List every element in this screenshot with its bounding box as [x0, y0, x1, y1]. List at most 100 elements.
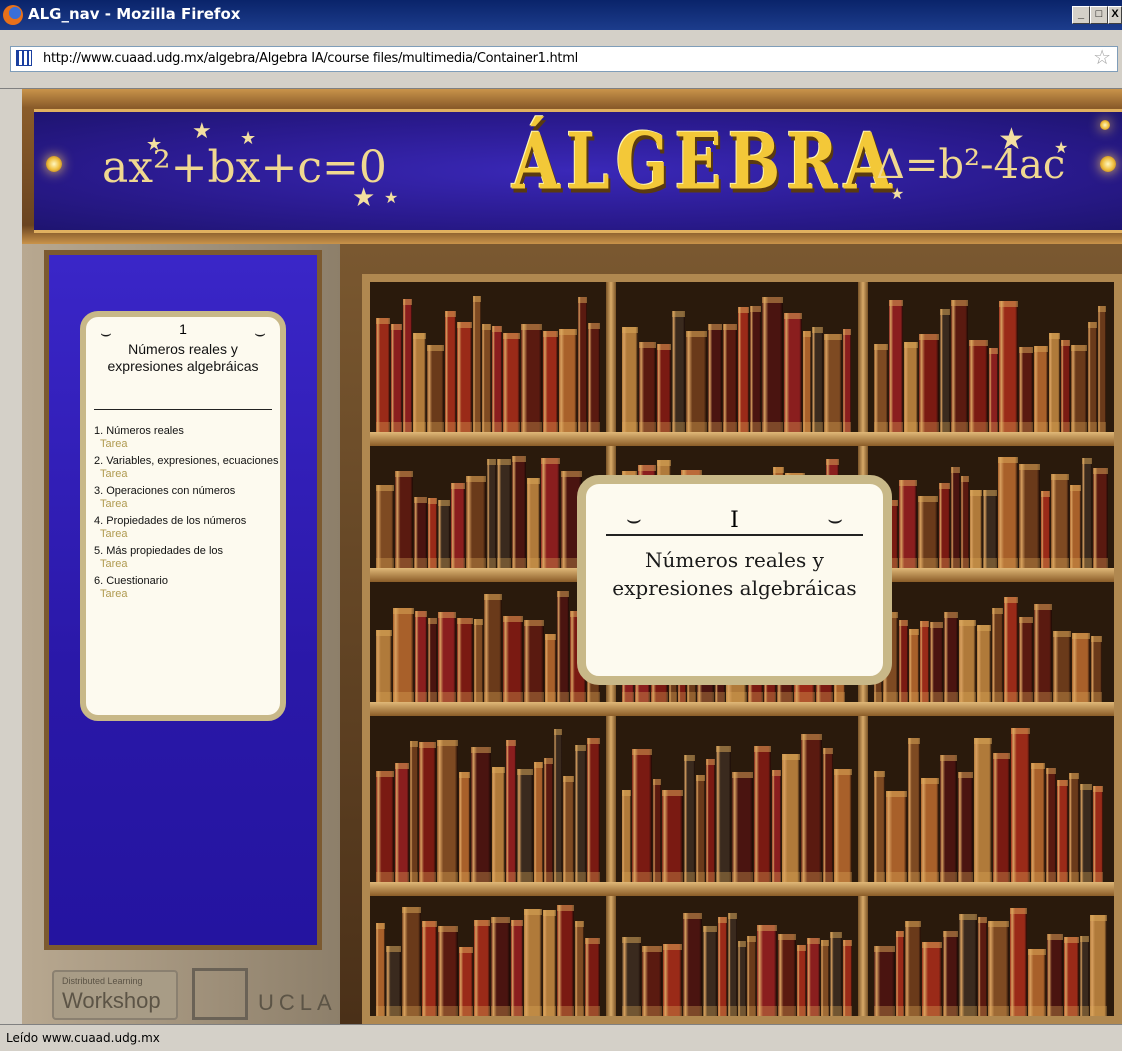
navigation-toolbar: http://www.cuaad.udg.mx/algebra/Algebra …: [0, 30, 1122, 89]
book-spine: [970, 490, 982, 568]
lesson-link[interactable]: 1. Números reales: [94, 425, 280, 437]
book-spine: [497, 458, 511, 568]
book-spine: [663, 943, 682, 1016]
book-spine: [812, 327, 823, 432]
book-spine: [940, 309, 950, 432]
book-spine: [451, 483, 465, 568]
lesson-link[interactable]: 4. Propiedades de los números: [94, 515, 280, 527]
tarea-link[interactable]: Tarea: [100, 528, 280, 540]
book-spine: [1011, 728, 1030, 882]
book-spine: [376, 770, 394, 882]
tarea-link[interactable]: Tarea: [100, 468, 280, 480]
close-button[interactable]: X: [1108, 6, 1122, 24]
lesson-list: 1. Números reales Tarea 2. Variables, ex…: [94, 425, 280, 605]
book-spine: [428, 618, 437, 702]
banner-panel: ★ ★ ★ ★ ★ ★ ★ ★ ax²+bx+c=0 ÁLGEBRA Δ=b²-…: [34, 109, 1122, 233]
book-spine: [491, 917, 510, 1016]
book-spine: [732, 771, 753, 882]
book-spine: [1019, 463, 1040, 568]
book-spine: [899, 619, 908, 702]
tarea-link[interactable]: Tarea: [100, 498, 280, 510]
book-spine: [653, 779, 661, 882]
status-text: Leído www.cuaad.udg.mx: [6, 1031, 160, 1045]
book-spine: [482, 324, 491, 432]
shelf-board: [370, 432, 1114, 446]
window-title: ALG_nav - Mozilla Firefox: [28, 5, 241, 23]
book-spine: [1061, 340, 1070, 432]
book-spine: [723, 324, 737, 432]
feature-title-line2: expresiones algebráicas: [612, 576, 857, 600]
lesson-link[interactable]: 2. Variables, expresiones, ecuaciones: [94, 455, 280, 467]
book-spine: [395, 471, 413, 568]
book-spine: [874, 946, 895, 1016]
book-spine: [999, 301, 1018, 432]
book-spine: [930, 621, 943, 702]
unit-number: 1: [179, 321, 187, 337]
book-spine: [823, 748, 833, 882]
book-spine: [622, 326, 638, 432]
book-spine: [575, 920, 584, 1016]
book-spine: [703, 925, 717, 1016]
book-spine: [524, 908, 542, 1016]
book-spine: [905, 920, 921, 1016]
discriminant-formula: Δ=b²-4ac: [876, 142, 1066, 188]
book-spine: [843, 328, 851, 432]
star-icon: ★: [192, 118, 212, 143]
book-spine: [944, 612, 958, 702]
tarea-link[interactable]: Tarea: [100, 438, 280, 450]
bookmark-star-icon[interactable]: ☆: [1093, 48, 1111, 68]
book-spine: [393, 608, 414, 702]
book-spine: [503, 333, 520, 432]
book-spine: [415, 610, 427, 702]
book-spine: [541, 458, 560, 568]
book-spine: [919, 334, 939, 432]
book-spine: [959, 913, 977, 1016]
book-spine: [438, 925, 458, 1016]
unit-feature-card[interactable]: ⌣ I ⌣ Números reales y expresiones algeb…: [577, 475, 892, 685]
book-spine: [754, 746, 771, 882]
tarea-link[interactable]: Tarea: [100, 558, 280, 570]
unit-title: Números reales y expresiones algebráicas: [86, 341, 280, 375]
book-spine: [1082, 458, 1092, 568]
url-bar[interactable]: http://www.cuaad.udg.mx/algebra/Algebra …: [10, 46, 1118, 72]
book-spine: [1034, 604, 1052, 702]
maximize-button[interactable]: □: [1090, 6, 1108, 24]
lesson-link[interactable]: 5. Más propiedades de los: [94, 545, 280, 557]
book-spine: [1093, 468, 1108, 568]
book-spine: [803, 331, 811, 432]
book-spine: [376, 485, 394, 568]
book-spine: [782, 753, 800, 882]
dlw-logo-subtitle: Distributed Learning: [62, 976, 143, 986]
book-spine: [686, 330, 707, 432]
book-spine: [559, 329, 577, 432]
book-spine: [951, 467, 960, 568]
url-text[interactable]: http://www.cuaad.udg.mx/algebra/Algebra …: [43, 51, 578, 66]
unit-menu-card: ⌣ 1 ⌣ Números reales y expresiones algeb…: [80, 311, 286, 721]
book-spine: [578, 296, 587, 432]
book-spine: [1080, 784, 1092, 882]
minimize-button[interactable]: _: [1072, 6, 1090, 24]
book-spine: [395, 762, 409, 882]
lesson-link[interactable]: 6. Cuestionario: [94, 575, 280, 587]
book-spine: [943, 931, 958, 1016]
tarea-link[interactable]: Tarea: [100, 588, 280, 600]
book-spine: [512, 456, 526, 568]
book-spine: [1051, 473, 1069, 568]
book-spine: [588, 322, 600, 432]
logo-area: Distributed Learning Workshop UCLA: [52, 954, 332, 1024]
book-spine: [918, 496, 938, 568]
shelf-board: [370, 882, 1114, 896]
book-spine: [738, 940, 746, 1016]
book-spine: [517, 768, 533, 882]
book-spine: [738, 307, 749, 432]
book-spine: [585, 937, 600, 1016]
book-spine: [544, 757, 553, 882]
window-titlebar[interactable]: ALG_nav - Mozilla Firefox _ □ X: [0, 0, 1122, 30]
book-spine: [563, 775, 574, 882]
lesson-link[interactable]: 3. Operaciones con números: [94, 485, 280, 497]
book-spine: [716, 746, 731, 882]
book-spine: [684, 755, 695, 882]
book-spine: [545, 633, 556, 702]
book-spine: [1070, 484, 1081, 568]
book-spine: [843, 940, 852, 1016]
